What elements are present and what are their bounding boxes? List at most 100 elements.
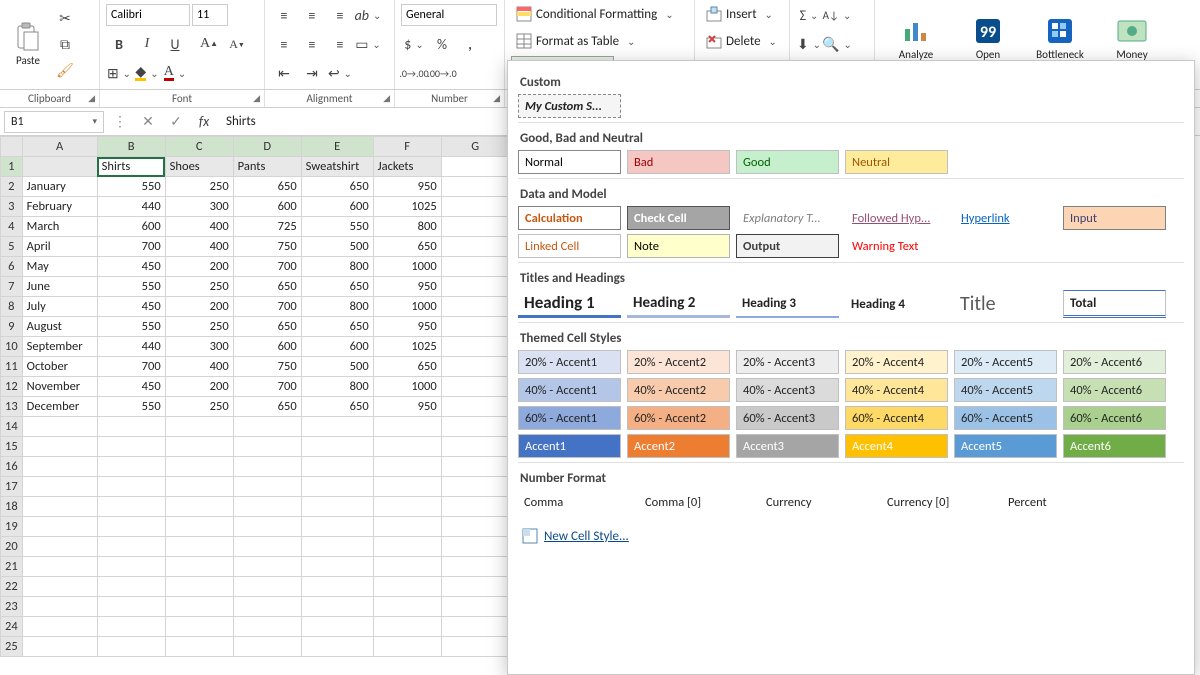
row-header-2[interactable]: 2 bbox=[1, 177, 23, 197]
col-header-B[interactable]: B bbox=[97, 137, 165, 157]
cell-A14[interactable] bbox=[22, 417, 97, 437]
merge-button[interactable]: ▭ bbox=[355, 32, 381, 56]
cell-G2[interactable] bbox=[441, 177, 509, 197]
cell-A3[interactable]: February bbox=[22, 197, 97, 217]
style-tile[interactable]: 20% - Accent5 bbox=[954, 350, 1057, 374]
row-header-1[interactable]: 1 bbox=[1, 157, 23, 177]
clipboard-launcher[interactable]: ◢ bbox=[88, 93, 95, 104]
cell-F11[interactable]: 650 bbox=[373, 357, 441, 377]
style-tile[interactable]: Explanatory T... bbox=[736, 206, 839, 230]
style-tile[interactable]: Title bbox=[954, 290, 1057, 318]
cell-D9[interactable]: 650 bbox=[233, 317, 301, 337]
cell-B1[interactable]: Shirts bbox=[97, 157, 165, 177]
fill-color-button[interactable]: ◆ bbox=[134, 61, 160, 85]
cell-D18[interactable] bbox=[233, 497, 301, 517]
cell-G9[interactable] bbox=[441, 317, 509, 337]
row-header-11[interactable]: 11 bbox=[1, 357, 23, 377]
cell-F7[interactable]: 950 bbox=[373, 277, 441, 297]
style-tile[interactable]: 40% - Accent1 bbox=[518, 378, 621, 402]
style-tile[interactable]: Hyperlink bbox=[954, 206, 1057, 230]
col-header-F[interactable]: F bbox=[373, 137, 441, 157]
cell-B20[interactable] bbox=[97, 537, 165, 557]
style-tile[interactable]: 60% - Accent4 bbox=[845, 406, 948, 430]
cell-B3[interactable]: 440 bbox=[97, 197, 165, 217]
style-tile[interactable]: Check Cell bbox=[627, 206, 730, 230]
cell-A17[interactable] bbox=[22, 477, 97, 497]
cell-F6[interactable]: 1000 bbox=[373, 257, 441, 277]
bold-button[interactable]: B bbox=[106, 32, 132, 56]
cell-D11[interactable]: 750 bbox=[233, 357, 301, 377]
row-header-22[interactable]: 22 bbox=[1, 577, 23, 597]
cell-E19[interactable] bbox=[301, 517, 373, 537]
cell-C20[interactable] bbox=[165, 537, 233, 557]
row-header-15[interactable]: 15 bbox=[1, 437, 23, 457]
row-header-5[interactable]: 5 bbox=[1, 237, 23, 257]
cell-F14[interactable] bbox=[373, 417, 441, 437]
cell-E24[interactable] bbox=[301, 617, 373, 637]
cell-A20[interactable] bbox=[22, 537, 97, 557]
style-tile[interactable]: 40% - Accent6 bbox=[1063, 378, 1166, 402]
decrease-indent-button[interactable]: ⇤ bbox=[271, 61, 297, 85]
cell-G21[interactable] bbox=[441, 557, 509, 577]
style-tile[interactable]: Currency bbox=[760, 490, 875, 514]
cell-A10[interactable]: September bbox=[22, 337, 97, 357]
tile-custom[interactable]: My Custom S... bbox=[518, 94, 621, 118]
row-header-4[interactable]: 4 bbox=[1, 217, 23, 237]
align-bottom-button[interactable]: ≡ bbox=[327, 3, 353, 27]
row-header-19[interactable]: 19 bbox=[1, 517, 23, 537]
row-header-25[interactable]: 25 bbox=[1, 637, 23, 657]
cell-A6[interactable]: May bbox=[22, 257, 97, 277]
cell-C23[interactable] bbox=[165, 597, 233, 617]
cell-E12[interactable]: 800 bbox=[301, 377, 373, 397]
style-tile[interactable]: Heading 2 bbox=[627, 290, 730, 318]
cell-D19[interactable] bbox=[233, 517, 301, 537]
cell-G13[interactable] bbox=[441, 397, 509, 417]
cell-B22[interactable] bbox=[97, 577, 165, 597]
cell-D13[interactable]: 650 bbox=[233, 397, 301, 417]
cell-F21[interactable] bbox=[373, 557, 441, 577]
paste-button[interactable]: Paste bbox=[6, 7, 50, 83]
cell-F4[interactable]: 800 bbox=[373, 217, 441, 237]
cell-G24[interactable] bbox=[441, 617, 509, 637]
cell-D23[interactable] bbox=[233, 597, 301, 617]
cell-D1[interactable]: Pants bbox=[233, 157, 301, 177]
sort-filter-button[interactable]: A↓ bbox=[824, 3, 850, 27]
cell-A11[interactable]: October bbox=[22, 357, 97, 377]
cell-C12[interactable]: 200 bbox=[165, 377, 233, 397]
cell-E3[interactable]: 600 bbox=[301, 197, 373, 217]
cell-E1[interactable]: Sweatshirt bbox=[301, 157, 373, 177]
font-color-button[interactable]: A bbox=[162, 61, 188, 85]
style-tile[interactable]: Linked Cell bbox=[518, 234, 621, 258]
style-tile[interactable]: Accent5 bbox=[954, 434, 1057, 458]
cell-G14[interactable] bbox=[441, 417, 509, 437]
align-top-button[interactable]: ≡ bbox=[271, 3, 297, 27]
cell-G1[interactable] bbox=[441, 157, 509, 177]
conditional-formatting-button[interactable]: Conditional Formatting bbox=[511, 2, 691, 26]
style-tile[interactable]: Accent6 bbox=[1063, 434, 1166, 458]
style-tile[interactable]: 60% - Accent5 bbox=[954, 406, 1057, 430]
cell-F10[interactable]: 1025 bbox=[373, 337, 441, 357]
cell-F2[interactable]: 950 bbox=[373, 177, 441, 197]
align-middle-button[interactable]: ≡ bbox=[299, 3, 325, 27]
cell-E2[interactable]: 650 bbox=[301, 177, 373, 197]
cell-E7[interactable]: 650 bbox=[301, 277, 373, 297]
cell-A12[interactable]: November bbox=[22, 377, 97, 397]
cell-C4[interactable]: 400 bbox=[165, 217, 233, 237]
font-launcher[interactable]: ◢ bbox=[253, 93, 260, 104]
row-header-10[interactable]: 10 bbox=[1, 337, 23, 357]
cell-B18[interactable] bbox=[97, 497, 165, 517]
style-tile[interactable]: 40% - Accent5 bbox=[954, 378, 1057, 402]
row-header-20[interactable]: 20 bbox=[1, 537, 23, 557]
cell-C9[interactable]: 250 bbox=[165, 317, 233, 337]
cell-A19[interactable] bbox=[22, 517, 97, 537]
style-tile[interactable]: Followed Hyp... bbox=[845, 206, 948, 230]
cell-D8[interactable]: 700 bbox=[233, 297, 301, 317]
cell-B23[interactable] bbox=[97, 597, 165, 617]
style-tile[interactable]: Heading 4 bbox=[845, 290, 948, 318]
col-header-D[interactable]: D bbox=[233, 137, 301, 157]
cell-G15[interactable] bbox=[441, 437, 509, 457]
new-cell-style-button[interactable]: New Cell Style... bbox=[518, 524, 1184, 548]
style-tile[interactable]: 20% - Accent2 bbox=[627, 350, 730, 374]
style-tile[interactable]: Heading 3 bbox=[736, 290, 839, 318]
align-right-button[interactable]: ≡ bbox=[327, 32, 353, 56]
